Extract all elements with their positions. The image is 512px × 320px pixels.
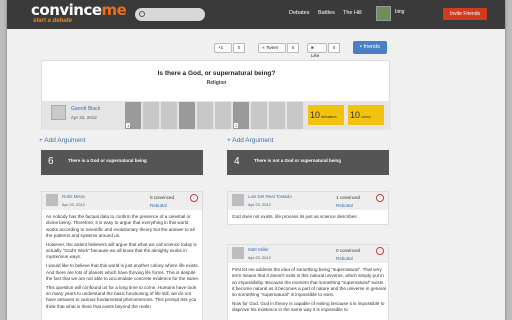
votes-stat: 10votes	[348, 105, 384, 125]
creator-date: Apr 22, 2012	[71, 115, 97, 120]
nav-battles[interactable]: Battles	[318, 10, 335, 16]
creator-name[interactable]: Garrett Black	[71, 106, 100, 112]
search-input[interactable]	[135, 8, 205, 21]
nav-the-hill[interactable]: The Hill	[343, 10, 362, 16]
side-header-against: 4 There is not a God or supernatural bei…	[227, 150, 389, 175]
debater-avatar[interactable]: 1	[124, 102, 141, 129]
gplus-button[interactable]: +1	[214, 43, 232, 53]
debater-avatar[interactable]	[250, 102, 267, 129]
browser-screenshot: convinceme start a debate Debates Battle…	[7, 0, 505, 320]
convinced-count: 0 convinced	[150, 195, 175, 200]
argument-card: Matt Miller Apr 23, 2012 0 convinced Reb…	[227, 244, 389, 320]
argument-header: Matt Miller Apr 23, 2012 0 convinced Reb…	[228, 245, 388, 263]
friends-label: friends	[363, 44, 380, 50]
debaters-label: debaters	[321, 114, 337, 119]
tweet-button[interactable]: ● Tweet	[258, 43, 286, 53]
argument-paragraph: I would like to believe that this world …	[46, 263, 200, 281]
argument-card: Luis Del Real Tostado Apr 23, 2012 1 con…	[227, 191, 389, 225]
logo-accent: me	[101, 1, 127, 19]
argument-paragraph: As nobody has the factual data to confir…	[46, 214, 195, 238]
rebuttal-link[interactable]: Rebuttal	[336, 256, 353, 261]
user-avatar[interactable]	[376, 6, 391, 21]
vote-up-icon[interactable]: ↑	[190, 194, 198, 202]
debater-avatar[interactable]	[160, 102, 177, 129]
invite-friends-button[interactable]: Invite Friends	[443, 8, 487, 20]
username[interactable]: bing	[395, 9, 404, 15]
gplus-count: 0	[233, 43, 245, 53]
side-against-count: 4	[234, 156, 240, 167]
search-icon	[139, 11, 145, 17]
creator-avatar[interactable]	[51, 105, 66, 120]
argument-date: Apr 23, 2012	[248, 202, 271, 207]
twitter-icon: ●	[262, 45, 265, 50]
convinced-count: 0 convinced	[336, 248, 361, 253]
author-name[interactable]: Luis Del Real Tostado	[248, 194, 292, 199]
debate-card: Is there a God, or supernatural being? R…	[41, 60, 391, 130]
author-avatar[interactable]	[46, 194, 58, 206]
argument-date: Apr 23, 2012	[248, 255, 271, 260]
debaters-count: 10	[310, 110, 321, 120]
creator-bar: Garrett Black Apr 22, 2012 1 1 10debater…	[42, 101, 391, 130]
like-label: Like	[311, 53, 320, 58]
like-button[interactable]: ■ Like	[307, 43, 327, 58]
like-count: 0	[328, 43, 340, 53]
debater-avatar[interactable]	[196, 102, 213, 129]
debater-avatar[interactable]: 1	[232, 102, 249, 129]
rebuttal-link[interactable]: Rebuttal	[150, 203, 167, 208]
author-name[interactable]: Matt Miller	[248, 247, 269, 252]
argument-body: As nobody has the factual data to confir…	[46, 214, 200, 313]
votes-label: votes	[361, 114, 371, 119]
like-icon: ■	[311, 45, 314, 50]
rebuttal-link[interactable]: Rebuttal	[336, 203, 353, 208]
debater-avatar[interactable]	[286, 102, 303, 129]
friends-button[interactable]: ▪ friends	[353, 41, 387, 54]
add-argument-left[interactable]: + Add Argument	[39, 137, 85, 144]
argument-header: Luis Del Real Tostado Apr 23, 2012 1 con…	[228, 192, 388, 210]
nav-debates[interactable]: Debates	[289, 10, 310, 16]
debaters-stat: 10debaters	[308, 105, 344, 125]
argument-header: Rohit Misra Apr 23, 2012 0 convinced Reb…	[42, 192, 202, 210]
top-bar: convinceme start a debate Debates Battle…	[7, 0, 505, 29]
debate-title: Is there a God, or supernatural being?	[157, 70, 276, 77]
debater-avatar[interactable]	[214, 102, 231, 129]
argument-date: Apr 23, 2012	[62, 202, 85, 207]
start-debate-link[interactable]: start a debate	[33, 18, 72, 24]
debater-avatar[interactable]	[142, 102, 159, 129]
logo-main: convince	[31, 1, 102, 19]
argument-paragraph: Now for God. God in theory is capable of…	[232, 301, 385, 313]
tweet-count: 0	[287, 43, 299, 53]
vote-up-icon[interactable]: ↑	[376, 194, 384, 202]
convinced-count: 1 convinced	[336, 195, 361, 200]
tweet-label: Tweet	[265, 45, 278, 50]
side-against-title: There is not a God or supernatural being	[254, 158, 342, 163]
debater-avatar[interactable]	[178, 102, 195, 129]
add-argument-right[interactable]: + Add Argument	[227, 137, 273, 144]
side-for-title: There is a God or supernatural being	[68, 158, 147, 163]
argument-card: Rohit Misra Apr 23, 2012 0 convinced Reb…	[41, 191, 203, 320]
author-name[interactable]: Rohit Misra	[62, 194, 85, 199]
side-for-count: 6	[48, 156, 54, 167]
argument-paragraph: This question will confound us for a lon…	[46, 284, 197, 309]
debater-avatar[interactable]	[268, 102, 285, 129]
author-avatar[interactable]	[232, 194, 244, 206]
debate-category[interactable]: Religion	[42, 80, 391, 86]
argument-paragraph: However, the ardent believers will argue…	[46, 241, 197, 260]
author-avatar[interactable]	[232, 247, 244, 259]
argument-body: God does not exists, life process its ju…	[232, 214, 358, 219]
vote-up-icon[interactable]: ↑	[376, 247, 384, 255]
argument-body: First let me address the idea of somethi…	[232, 267, 386, 316]
site-logo[interactable]: convinceme	[31, 1, 127, 19]
debater-badge: 1	[126, 123, 131, 128]
debater-badge: 1	[234, 123, 239, 128]
votes-count: 10	[350, 110, 361, 120]
side-header-for: 6 There is a God or supernatural being	[41, 150, 203, 175]
argument-paragraph: First let me address the idea of somethi…	[232, 267, 386, 298]
